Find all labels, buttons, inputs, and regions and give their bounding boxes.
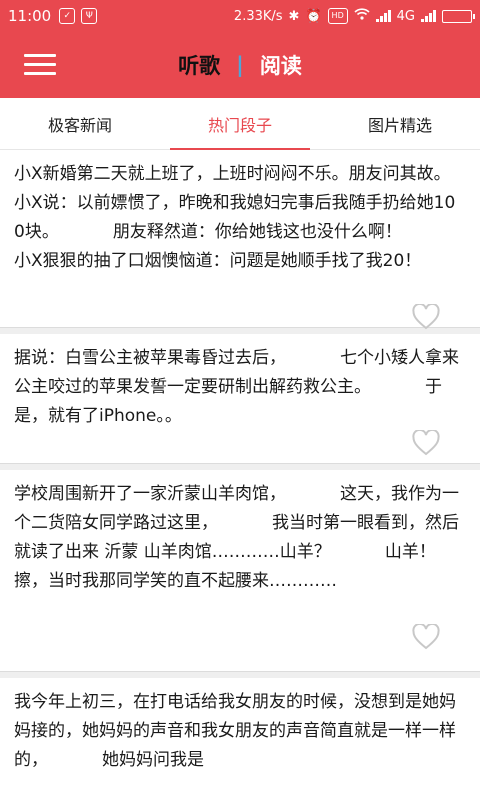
joke-text: 学校周围新开了一家沂蒙山羊肉馆， 这天，我作为一个二货陪女同学路过这里， 我当时… xyxy=(14,484,460,591)
bluetooth-icon: ✱ xyxy=(288,8,300,24)
mode-separator: | xyxy=(236,53,244,77)
hd-icon: HD xyxy=(327,8,348,24)
heart-outline-icon[interactable] xyxy=(412,304,440,330)
mode-listen[interactable]: 听歌 xyxy=(178,50,220,80)
usb-icon: Ψ xyxy=(81,8,98,24)
shield-icon: ✓ xyxy=(59,8,76,24)
list-item: 小X新婚第二天就上班了，上班时闷闷不乐。朋友问其故。 小X说：以前嫖惯了，昨晚和… xyxy=(0,150,480,334)
joke-text: 小X新婚第二天就上班了，上班时闷闷不乐。朋友问其故。 小X说：以前嫖惯了，昨晚和… xyxy=(14,164,457,271)
joke-feed[interactable]: 小X新婚第二天就上班了，上班时闷闷不乐。朋友问其故。 小X说：以前嫖惯了，昨晚和… xyxy=(0,150,480,800)
battery-icon xyxy=(442,9,475,23)
heart-outline-icon[interactable] xyxy=(412,624,440,650)
tab-picture-picks[interactable]: 图片精选 xyxy=(320,98,480,149)
hamburger-menu-icon[interactable] xyxy=(24,52,56,78)
category-tabs: 极客新闻 热门段子 图片精选 xyxy=(0,98,480,150)
network-speed: 2.33K/s xyxy=(233,8,283,24)
tab-hot-jokes[interactable]: 热门段子 xyxy=(160,98,320,150)
wifi-icon xyxy=(354,8,370,24)
status-bar: 11:00 ✓ Ψ 2.33K/s ✱ ⏰ HD 4G xyxy=(0,0,480,32)
signal-icon-2 xyxy=(421,10,436,22)
list-item: 学校周围新开了一家沂蒙山羊肉馆， 这天，我作为一个二货陪女同学路过这里， 我当时… xyxy=(0,470,480,678)
heart-outline-icon[interactable] xyxy=(412,430,440,456)
list-item: 我今年上初三，在打电话给我女朋友的时候，没想到是她妈妈接的，她妈妈的声音和我女朋… xyxy=(0,678,480,800)
joke-text: 据说：白雪公主被苹果毒昏过去后， 七个小矮人拿来公主咬过的苹果发誓一定要研制出解… xyxy=(14,348,460,426)
joke-text: 我今年上初三，在打电话给我女朋友的时候，没想到是她妈妈接的，她妈妈的声音和我女朋… xyxy=(14,692,456,770)
list-item: 据说：白雪公主被苹果毒昏过去后， 七个小矮人拿来公主咬过的苹果发誓一定要研制出解… xyxy=(0,334,480,470)
mode-switch: 听歌 | 阅读 xyxy=(0,32,480,98)
alarm-icon: ⏰ xyxy=(305,8,322,24)
app-bar: 听歌 | 阅读 xyxy=(0,32,480,98)
network-type: 4G xyxy=(396,8,415,24)
tab-geek-news[interactable]: 极客新闻 xyxy=(0,98,160,149)
status-time: 11:00 xyxy=(8,7,52,25)
mode-read[interactable]: 阅读 xyxy=(260,50,302,80)
signal-icon xyxy=(375,10,391,22)
